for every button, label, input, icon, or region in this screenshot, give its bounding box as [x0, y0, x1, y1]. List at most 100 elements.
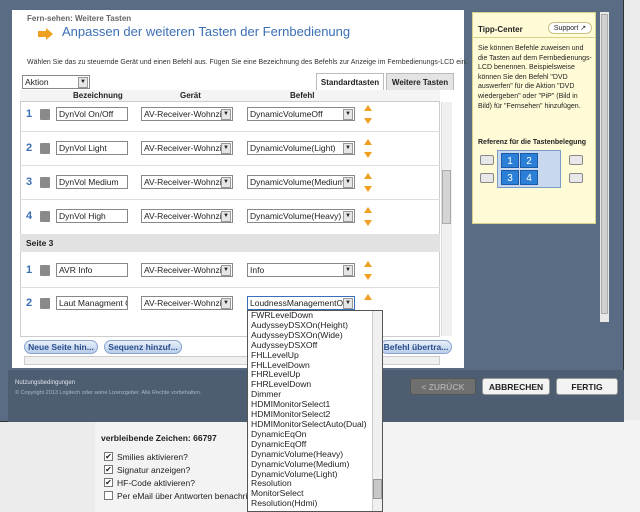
- hfcode-checkbox[interactable]: ✔: [104, 478, 113, 487]
- dropdown-option[interactable]: DynamicVolume(Medium): [248, 459, 382, 470]
- terms-link[interactable]: Nutzungsbedingungen: [15, 380, 75, 386]
- remaining-chars: verbleibende Zeichen: 66797: [101, 433, 217, 443]
- move-up-icon[interactable]: [364, 173, 372, 179]
- device-select[interactable]: AV-Receiver-Wohnzi ▼: [141, 175, 233, 189]
- move-up-icon[interactable]: [364, 139, 372, 145]
- trash-icon[interactable]: [40, 177, 50, 188]
- label-input[interactable]: Laut Managment O: [56, 296, 128, 310]
- command-select[interactable]: DynamicVolumeOff ▼: [247, 107, 355, 121]
- transfer-command-button[interactable]: Befehl übertra...: [380, 340, 452, 354]
- tip-text: Sie können Befehle zuweisen und die Tast…: [478, 45, 592, 110]
- action-select[interactable]: Aktion ▼: [22, 75, 90, 89]
- move-up-icon[interactable]: [364, 105, 372, 111]
- instructions: Wählen Sie das zu steuernde Gerät und ei…: [27, 59, 468, 66]
- device-select-value: AV-Receiver-Wohnzi: [144, 143, 222, 153]
- action-select-value: Aktion: [25, 77, 49, 87]
- command-select-value: LoudnessManagementO: [250, 298, 344, 308]
- add-sequence-button[interactable]: Sequenz hinzuf...: [104, 340, 182, 354]
- dropdown-option[interactable]: Resolution(Hdmi): [248, 498, 382, 509]
- device-select-value: AV-Receiver-Wohnzi: [144, 298, 222, 308]
- trash-icon[interactable]: [40, 265, 50, 276]
- row-divider: [20, 287, 440, 288]
- trash-icon[interactable]: [40, 211, 50, 222]
- label-input[interactable]: DynVol Medium: [56, 175, 128, 189]
- col-bezeichnung: Bezeichnung: [73, 91, 123, 100]
- dropdown-scrollbar-thumb[interactable]: [373, 479, 382, 499]
- side-key-right-bottom: [569, 173, 583, 183]
- finish-button[interactable]: FERTIG: [556, 378, 618, 395]
- chevron-down-icon: ▼: [343, 265, 353, 276]
- move-down-icon[interactable]: [364, 220, 372, 226]
- move-up-icon[interactable]: [364, 261, 372, 267]
- device-select[interactable]: AV-Receiver-Wohnzi ▼: [141, 209, 233, 223]
- email-notify-checkbox[interactable]: [104, 491, 113, 500]
- chevron-down-icon: ▼: [343, 211, 353, 222]
- trash-icon[interactable]: [40, 298, 50, 309]
- device-select[interactable]: AV-Receiver-Wohnzi ▼: [141, 296, 233, 310]
- command-select-value: Info: [250, 265, 265, 275]
- smilies-label: Smilies aktivieren?: [117, 452, 188, 462]
- section-header: [20, 234, 440, 252]
- key-3: 3: [501, 170, 519, 185]
- col-geraet: Gerät: [180, 91, 201, 100]
- move-down-icon[interactable]: [364, 118, 372, 124]
- signature-checkbox[interactable]: ✔: [104, 465, 113, 474]
- back-button[interactable]: < ZURÜCK: [410, 378, 476, 395]
- chevron-down-icon: ▼: [343, 143, 353, 154]
- command-select[interactable]: Info ▼: [247, 263, 355, 277]
- side-key-right-top: [569, 155, 583, 165]
- move-down-icon[interactable]: [364, 152, 372, 158]
- copyright: © Copyright 2013 Logitech oder seine Liz…: [15, 390, 202, 396]
- device-select[interactable]: AV-Receiver-Wohnzi ▼: [141, 141, 233, 155]
- row-divider: [20, 199, 440, 200]
- row-number: 2: [26, 297, 33, 309]
- row-divider: [20, 131, 440, 132]
- new-page-button[interactable]: Neue Seite hin...: [24, 340, 98, 354]
- command-select-value: DynamicVolume(Medium: [250, 177, 345, 187]
- device-select-value: AV-Receiver-Wohnzi: [144, 265, 222, 275]
- move-down-icon[interactable]: [364, 274, 372, 280]
- label-input[interactable]: DynVol High: [56, 209, 128, 223]
- side-key-left-bottom: [480, 173, 494, 183]
- tab-standardtasten[interactable]: Standardtasten: [316, 73, 384, 90]
- move-up-icon[interactable]: [364, 294, 372, 300]
- command-select-value: DynamicVolume(Light): [250, 143, 336, 153]
- window-scrollbar-thumb[interactable]: [601, 14, 608, 314]
- chevron-down-icon: ▼: [78, 77, 88, 88]
- command-select[interactable]: DynamicVolume(Heavy) ▼: [247, 209, 355, 223]
- command-select-open[interactable]: LoudnessManagementO ▼: [247, 296, 355, 310]
- key-2: 2: [520, 153, 538, 168]
- command-select[interactable]: DynamicVolume(Light) ▼: [247, 141, 355, 155]
- row-number: 1: [26, 108, 33, 120]
- col-befehl: Befehl: [290, 91, 315, 100]
- label-input[interactable]: AVR Info: [56, 263, 128, 277]
- chevron-down-icon: ▼: [221, 177, 231, 188]
- label-input[interactable]: DynVol Light: [56, 141, 128, 155]
- signature-label: Signatur anzeigen?: [117, 465, 191, 475]
- section-label: Seite 3: [26, 238, 54, 248]
- move-down-icon[interactable]: [364, 186, 372, 192]
- dropdown-scrollbar[interactable]: [372, 311, 382, 511]
- chevron-down-icon: ▼: [343, 109, 353, 120]
- tab-weitere-tasten[interactable]: Weitere Tasten: [386, 73, 454, 90]
- command-select-value: DynamicVolumeOff: [250, 109, 323, 119]
- table-scrollbar-thumb[interactable]: [442, 170, 451, 224]
- label-input[interactable]: DynVol On/Off: [56, 107, 128, 121]
- chevron-down-icon: ▼: [221, 211, 231, 222]
- smilies-checkbox[interactable]: ✔: [104, 452, 113, 461]
- move-up-icon[interactable]: [364, 207, 372, 213]
- command-select[interactable]: DynamicVolume(Medium ▼: [247, 175, 355, 189]
- command-dropdown-list: FWRLevelDown AudysseyDSXOn(Height) Audys…: [247, 310, 383, 512]
- device-select-value: AV-Receiver-Wohnzi: [144, 109, 222, 119]
- trash-icon[interactable]: [40, 143, 50, 154]
- tip-divider: [472, 37, 596, 38]
- chevron-down-icon: ▼: [221, 265, 231, 276]
- trash-icon[interactable]: [40, 109, 50, 120]
- row-number: 3: [26, 176, 33, 188]
- device-select[interactable]: AV-Receiver-Wohnzi ▼: [141, 263, 233, 277]
- page-title: Anpassen der weiteren Tasten der Fernbed…: [62, 24, 351, 39]
- device-select[interactable]: AV-Receiver-Wohnzi ▼: [141, 107, 233, 121]
- key-reference-title: Referenz für die Tastenbelegung: [478, 139, 586, 146]
- cancel-button[interactable]: ABBRECHEN: [482, 378, 550, 395]
- support-button[interactable]: Support ↗: [548, 22, 592, 34]
